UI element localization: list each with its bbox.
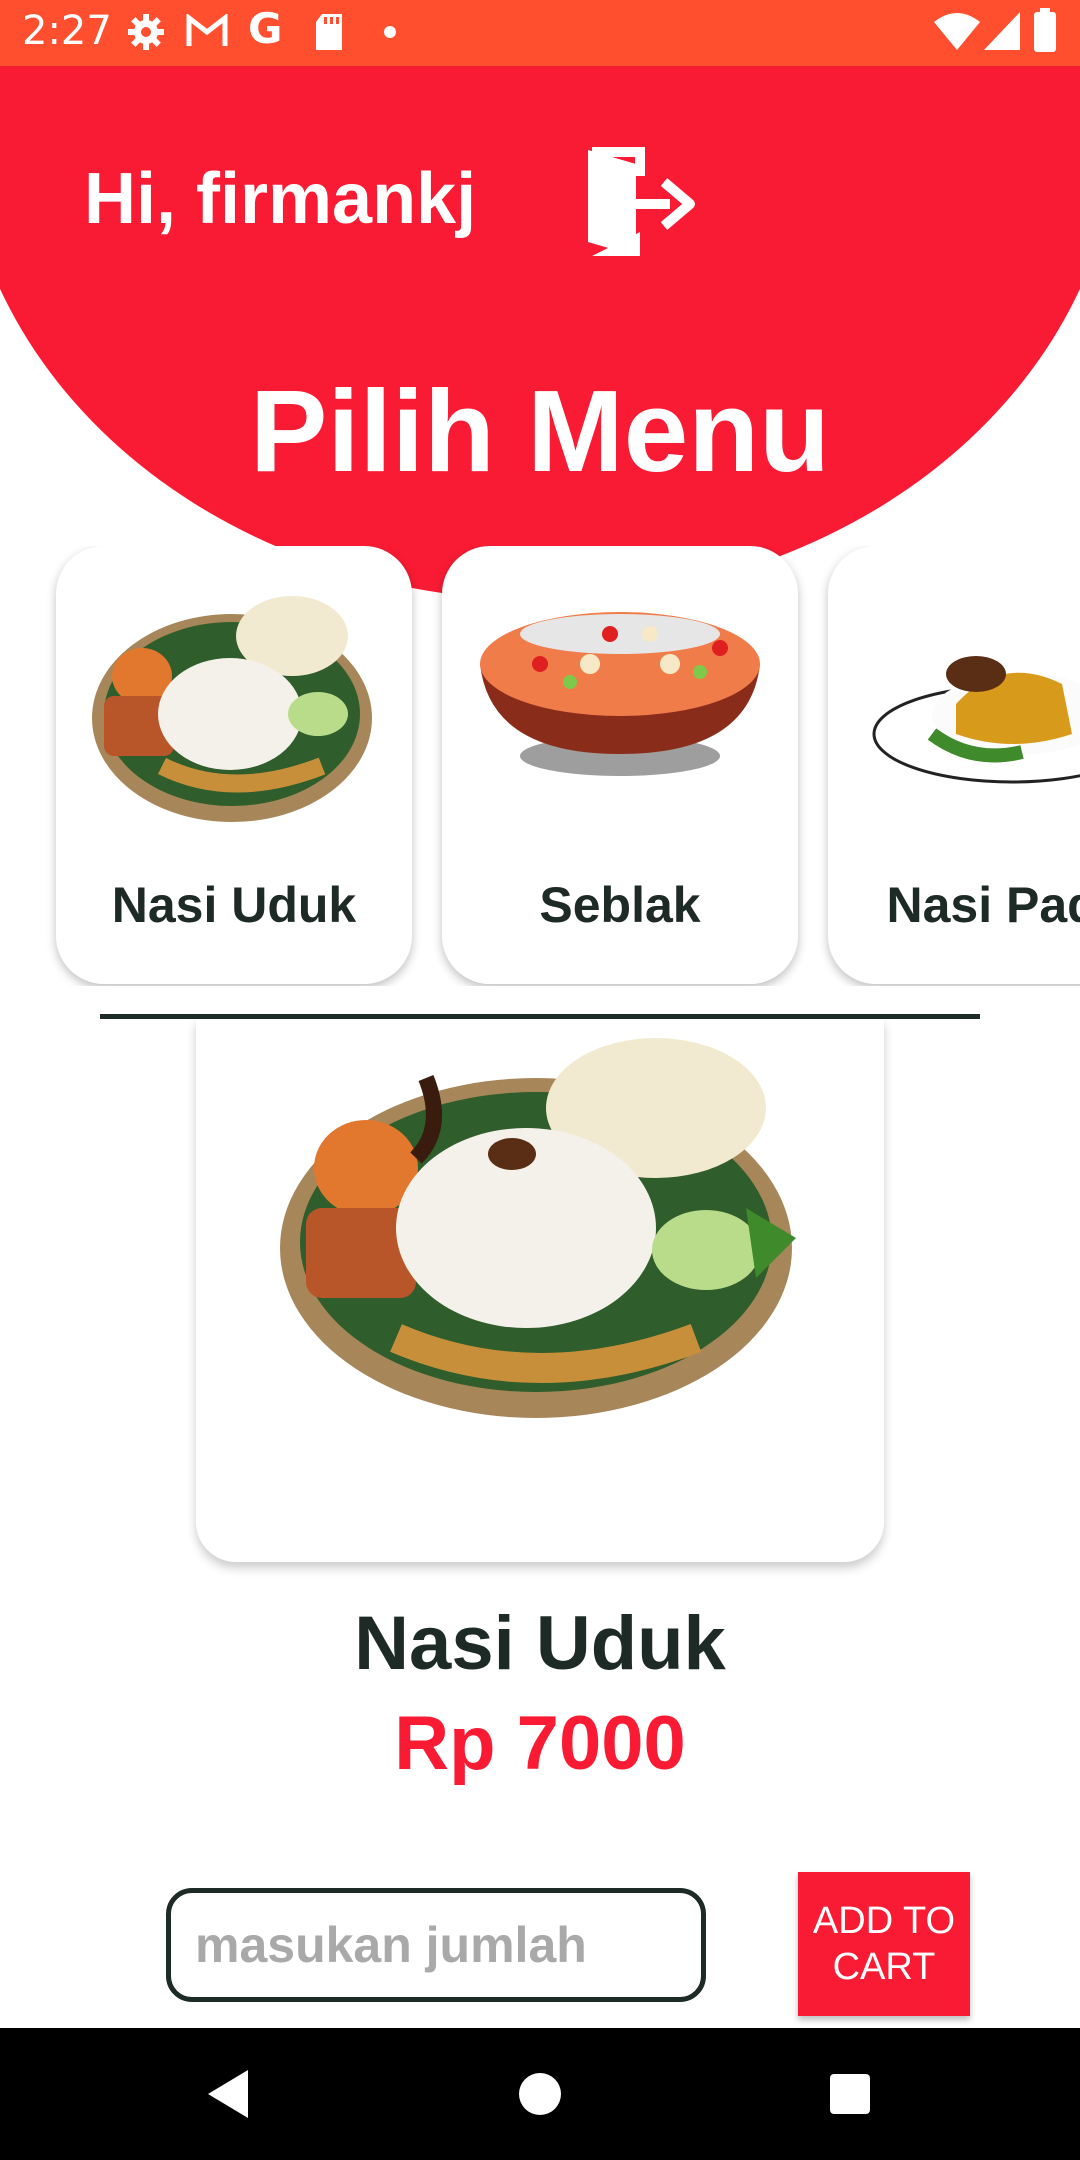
nasi-uduk-image bbox=[280, 1038, 796, 1418]
category-card-nasi-uduk[interactable]: Nasi Uduk bbox=[56, 546, 412, 984]
page-title: Pilih Menu bbox=[250, 366, 830, 496]
nasi-padang-image bbox=[872, 656, 1080, 784]
status-time: 2:27 bbox=[22, 8, 112, 54]
divider bbox=[100, 1014, 980, 1019]
navigation-bar bbox=[0, 2028, 1080, 2160]
wifi-icon bbox=[934, 13, 980, 50]
menu-name: Nasi Uduk bbox=[354, 1601, 726, 1686]
gear-icon bbox=[128, 14, 164, 50]
signal-icon bbox=[984, 12, 1020, 50]
gmail-icon bbox=[186, 14, 228, 46]
greeting-text: Hi, firmankj bbox=[84, 159, 477, 239]
back-icon[interactable] bbox=[204, 2068, 252, 2120]
battery-icon bbox=[1034, 8, 1056, 52]
category-list[interactable]: Nasi Uduk Seblak Nasi Pada bbox=[0, 546, 1080, 986]
add-to-cart-button[interactable]: ADD TO CART bbox=[798, 1872, 970, 2016]
sd-card-icon bbox=[316, 14, 342, 50]
seblak-image bbox=[480, 612, 760, 776]
category-card-seblak[interactable]: Seblak bbox=[442, 546, 798, 984]
dot-icon bbox=[384, 26, 396, 38]
nasi-uduk-image bbox=[92, 596, 372, 822]
menu-price: Rp 7000 bbox=[394, 1701, 686, 1786]
quantity-input[interactable] bbox=[166, 1888, 706, 2002]
google-icon: G bbox=[248, 4, 283, 53]
recents-icon[interactable] bbox=[830, 2074, 870, 2114]
logout-icon[interactable] bbox=[586, 146, 698, 262]
category-label: Nasi Uduk bbox=[111, 877, 357, 933]
status-bar: 2:27 G bbox=[0, 0, 1080, 66]
category-label: Nasi Pada bbox=[886, 877, 1080, 933]
menu-detail-card bbox=[196, 1018, 884, 1562]
category-label: Seblak bbox=[539, 877, 701, 933]
home-icon[interactable] bbox=[518, 2072, 562, 2116]
category-card-nasi-padang[interactable]: Nasi Pada bbox=[828, 546, 1080, 984]
